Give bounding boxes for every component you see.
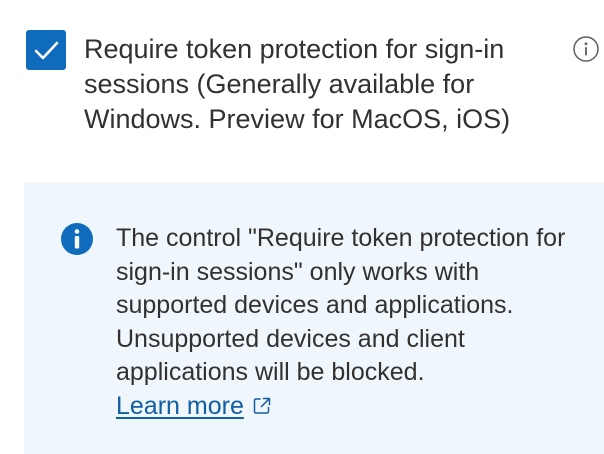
message-text: The control "Require token protection fo…: [116, 224, 566, 386]
info-outline-icon[interactable]: [572, 35, 600, 63]
external-link-icon[interactable]: [252, 396, 272, 416]
message-body: The control "Require token protection fo…: [116, 222, 586, 423]
info-filled-icon: [61, 223, 93, 255]
learn-more-link[interactable]: Learn more: [116, 392, 272, 420]
token-protection-option: Require token protection for sign-in ses…: [26, 30, 604, 150]
token-protection-checkbox[interactable]: [26, 30, 66, 70]
token-protection-label[interactable]: Require token protection for sign-in ses…: [84, 32, 554, 137]
learn-more-label[interactable]: Learn more: [116, 392, 244, 420]
checkmark-icon: [34, 41, 59, 60]
info-message-bar: The control "Require token protection fo…: [24, 182, 604, 454]
